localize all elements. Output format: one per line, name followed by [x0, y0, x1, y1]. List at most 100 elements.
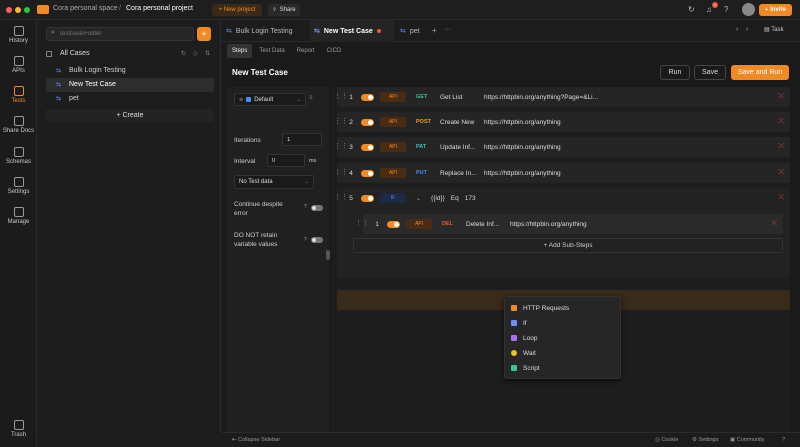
http-method: GET	[416, 94, 428, 100]
menu-item-wait[interactable]: Wait	[511, 346, 536, 360]
prev-tab-icon[interactable]: ‹	[736, 26, 738, 33]
collapse-sidebar-button[interactable]: ⇤ Collapse Sidebar	[232, 437, 280, 443]
sub-step-row[interactable]: ⋮⋮ 1 API DEL Delete Inf... https://httpb…	[355, 214, 783, 234]
menu-item-label: Wait	[523, 349, 536, 357]
next-tab-icon[interactable]: ›	[746, 26, 748, 33]
menu-item-script[interactable]: Script	[511, 361, 540, 375]
nav-manage[interactable]: Manage	[0, 207, 37, 225]
avatar[interactable]	[742, 3, 755, 16]
cookie-button[interactable]: ◎ Cookie	[655, 437, 678, 443]
project-breadcrumb[interactable]: Cora personal project	[126, 5, 193, 12]
add-sub-steps-button[interactable]: + Add Sub-Steps	[353, 238, 783, 253]
iterations-input[interactable]	[282, 133, 322, 146]
step-enabled-toggle[interactable]	[361, 143, 374, 151]
drag-handle-icon[interactable]: ⋮⋮	[334, 143, 348, 151]
remove-step-icon[interactable]: ⤫	[778, 93, 784, 101]
retain-label-line-1: DO NOT retain	[234, 232, 278, 239]
interval-input[interactable]	[267, 154, 305, 167]
refresh-icon[interactable]: ↻	[688, 5, 695, 14]
refresh-cases-icon[interactable]: ↻	[181, 50, 186, 57]
test-data-select[interactable]: No Test data ⌄	[234, 175, 314, 189]
run-settings-panel: ⊕ Default ⌄ ≡ Iterations Interval ms No …	[227, 87, 329, 443]
minimize-window-icon[interactable]	[15, 7, 21, 13]
help-icon[interactable]: ?	[724, 5, 728, 14]
drag-handle-icon[interactable]: ⋮⋮	[355, 220, 369, 228]
continue-on-error-toggle[interactable]	[311, 205, 323, 211]
nav-schemas[interactable]: Schemas	[0, 147, 37, 165]
maximize-window-icon[interactable]	[24, 7, 30, 13]
remove-step-icon[interactable]: ⤫	[778, 118, 784, 126]
tab-pet[interactable]: ⇆ pet	[396, 20, 436, 42]
resize-handle[interactable]	[326, 250, 330, 260]
subtab-steps[interactable]: Steps	[227, 44, 253, 58]
env-settings-icon[interactable]: ≡	[309, 95, 313, 101]
drag-handle-icon[interactable]: ⋮⋮	[334, 118, 348, 126]
nav-share-docs[interactable]: Share Docs	[0, 116, 37, 134]
condition-operator[interactable]: Eq	[451, 195, 459, 202]
case-item-bulk-login[interactable]: ⇆ Bulk Login Testing	[46, 64, 214, 78]
add-case-button[interactable]: +	[197, 27, 211, 41]
new-tab-button[interactable]: +	[432, 26, 437, 35]
help-icon[interactable]: ?	[782, 437, 785, 443]
remove-step-icon[interactable]: ⤫	[778, 143, 784, 151]
task-button[interactable]: ▤ Task	[764, 26, 784, 33]
step-row[interactable]: ⋮⋮ 3 API PAT Update Inf... https://httpb…	[334, 137, 790, 157]
remove-step-icon[interactable]: ⤫	[778, 169, 784, 177]
run-button[interactable]: Run	[660, 65, 690, 80]
nav-apis[interactable]: APIs	[0, 56, 37, 74]
search-box[interactable]: ⌕	[46, 27, 194, 41]
step-enabled-toggle[interactable]	[361, 93, 374, 101]
save-and-run-button[interactable]: Save and Run	[731, 65, 789, 80]
subtab-cicd[interactable]: CICD	[322, 44, 347, 58]
community-button[interactable]: ▣ Community	[730, 437, 765, 443]
chevron-down-icon[interactable]: ⌄	[416, 195, 421, 202]
case-item-new-test[interactable]: ⇆ New Test Case	[46, 78, 214, 92]
search-input[interactable]	[59, 29, 189, 39]
step-enabled-toggle[interactable]	[361, 169, 374, 177]
nav-trash[interactable]: Trash	[0, 420, 37, 438]
more-tabs-button[interactable]: ···	[444, 26, 451, 33]
nav-tests[interactable]: Tests	[0, 86, 37, 104]
subtab-test-data[interactable]: Test Data	[254, 44, 289, 58]
step-enabled-toggle[interactable]	[361, 118, 374, 126]
create-button[interactable]: + Create	[46, 109, 214, 122]
step-row[interactable]: ⋮⋮ 2 API POST Create New https://httpbin…	[334, 112, 790, 132]
share-button[interactable]: ⇪ Share	[268, 4, 300, 16]
footer-settings-button[interactable]: ⚙ Settings	[692, 437, 718, 443]
save-button[interactable]: Save	[694, 65, 726, 80]
close-window-icon[interactable]	[6, 7, 12, 13]
condition-variable[interactable]: {{id}}	[431, 195, 445, 202]
step-row[interactable]: ⋮⋮ 4 API PUT Replace In... https://httpb…	[334, 163, 790, 183]
tab-bulk-login[interactable]: ⇆ Bulk Login Testing	[222, 20, 308, 42]
menu-item-loop[interactable]: Loop	[511, 331, 537, 345]
step-enabled-toggle[interactable]	[361, 194, 374, 202]
remove-step-icon[interactable]: ⤫	[778, 194, 784, 202]
all-cases-label[interactable]: All Cases	[60, 50, 90, 57]
menu-item-if[interactable]: If	[511, 316, 527, 330]
community-icon: ▣	[730, 437, 737, 443]
breadcrumb-separator: /	[119, 5, 121, 12]
space-breadcrumb[interactable]: Cora personal space	[53, 5, 118, 12]
menu-item-http-requests[interactable]: HTTP Requests	[511, 301, 569, 315]
nav-history[interactable]: History	[0, 26, 37, 44]
filter-icon[interactable]: ◇	[193, 50, 198, 57]
drag-handle-icon[interactable]: ⋮⋮	[334, 93, 348, 101]
drag-handle-icon[interactable]: ⋮⋮	[334, 169, 348, 177]
bell-icon[interactable]: ♫	[706, 5, 712, 14]
subtab-report[interactable]: Report	[292, 44, 320, 58]
condition-value[interactable]: 173	[465, 195, 476, 202]
step-name: Update Inf...	[440, 143, 476, 151]
remove-step-icon[interactable]: ⤫	[771, 220, 777, 228]
if-step-row[interactable]: ⋮⋮ 5 IF ⌄ {{id}} Eq 173 ⤫	[334, 188, 790, 208]
step-enabled-toggle[interactable]	[387, 220, 400, 228]
environment-select[interactable]: ⊕ Default ⌄	[234, 93, 306, 106]
drag-handle-icon[interactable]: ⋮⋮	[334, 194, 348, 202]
tab-new-test-case[interactable]: ⇆ New Test Case	[310, 20, 394, 42]
retain-vars-toggle[interactable]	[311, 237, 323, 243]
case-item-pet[interactable]: ⇆ pet	[46, 92, 214, 106]
step-row[interactable]: ⋮⋮ 1 API GET Get List https://httpbin.or…	[334, 87, 790, 107]
invite-button[interactable]: + Invite	[759, 4, 792, 16]
new-project-button[interactable]: + New project	[212, 4, 262, 16]
nav-settings[interactable]: Settings	[0, 177, 37, 195]
sort-icon[interactable]: ⇅	[205, 50, 210, 57]
